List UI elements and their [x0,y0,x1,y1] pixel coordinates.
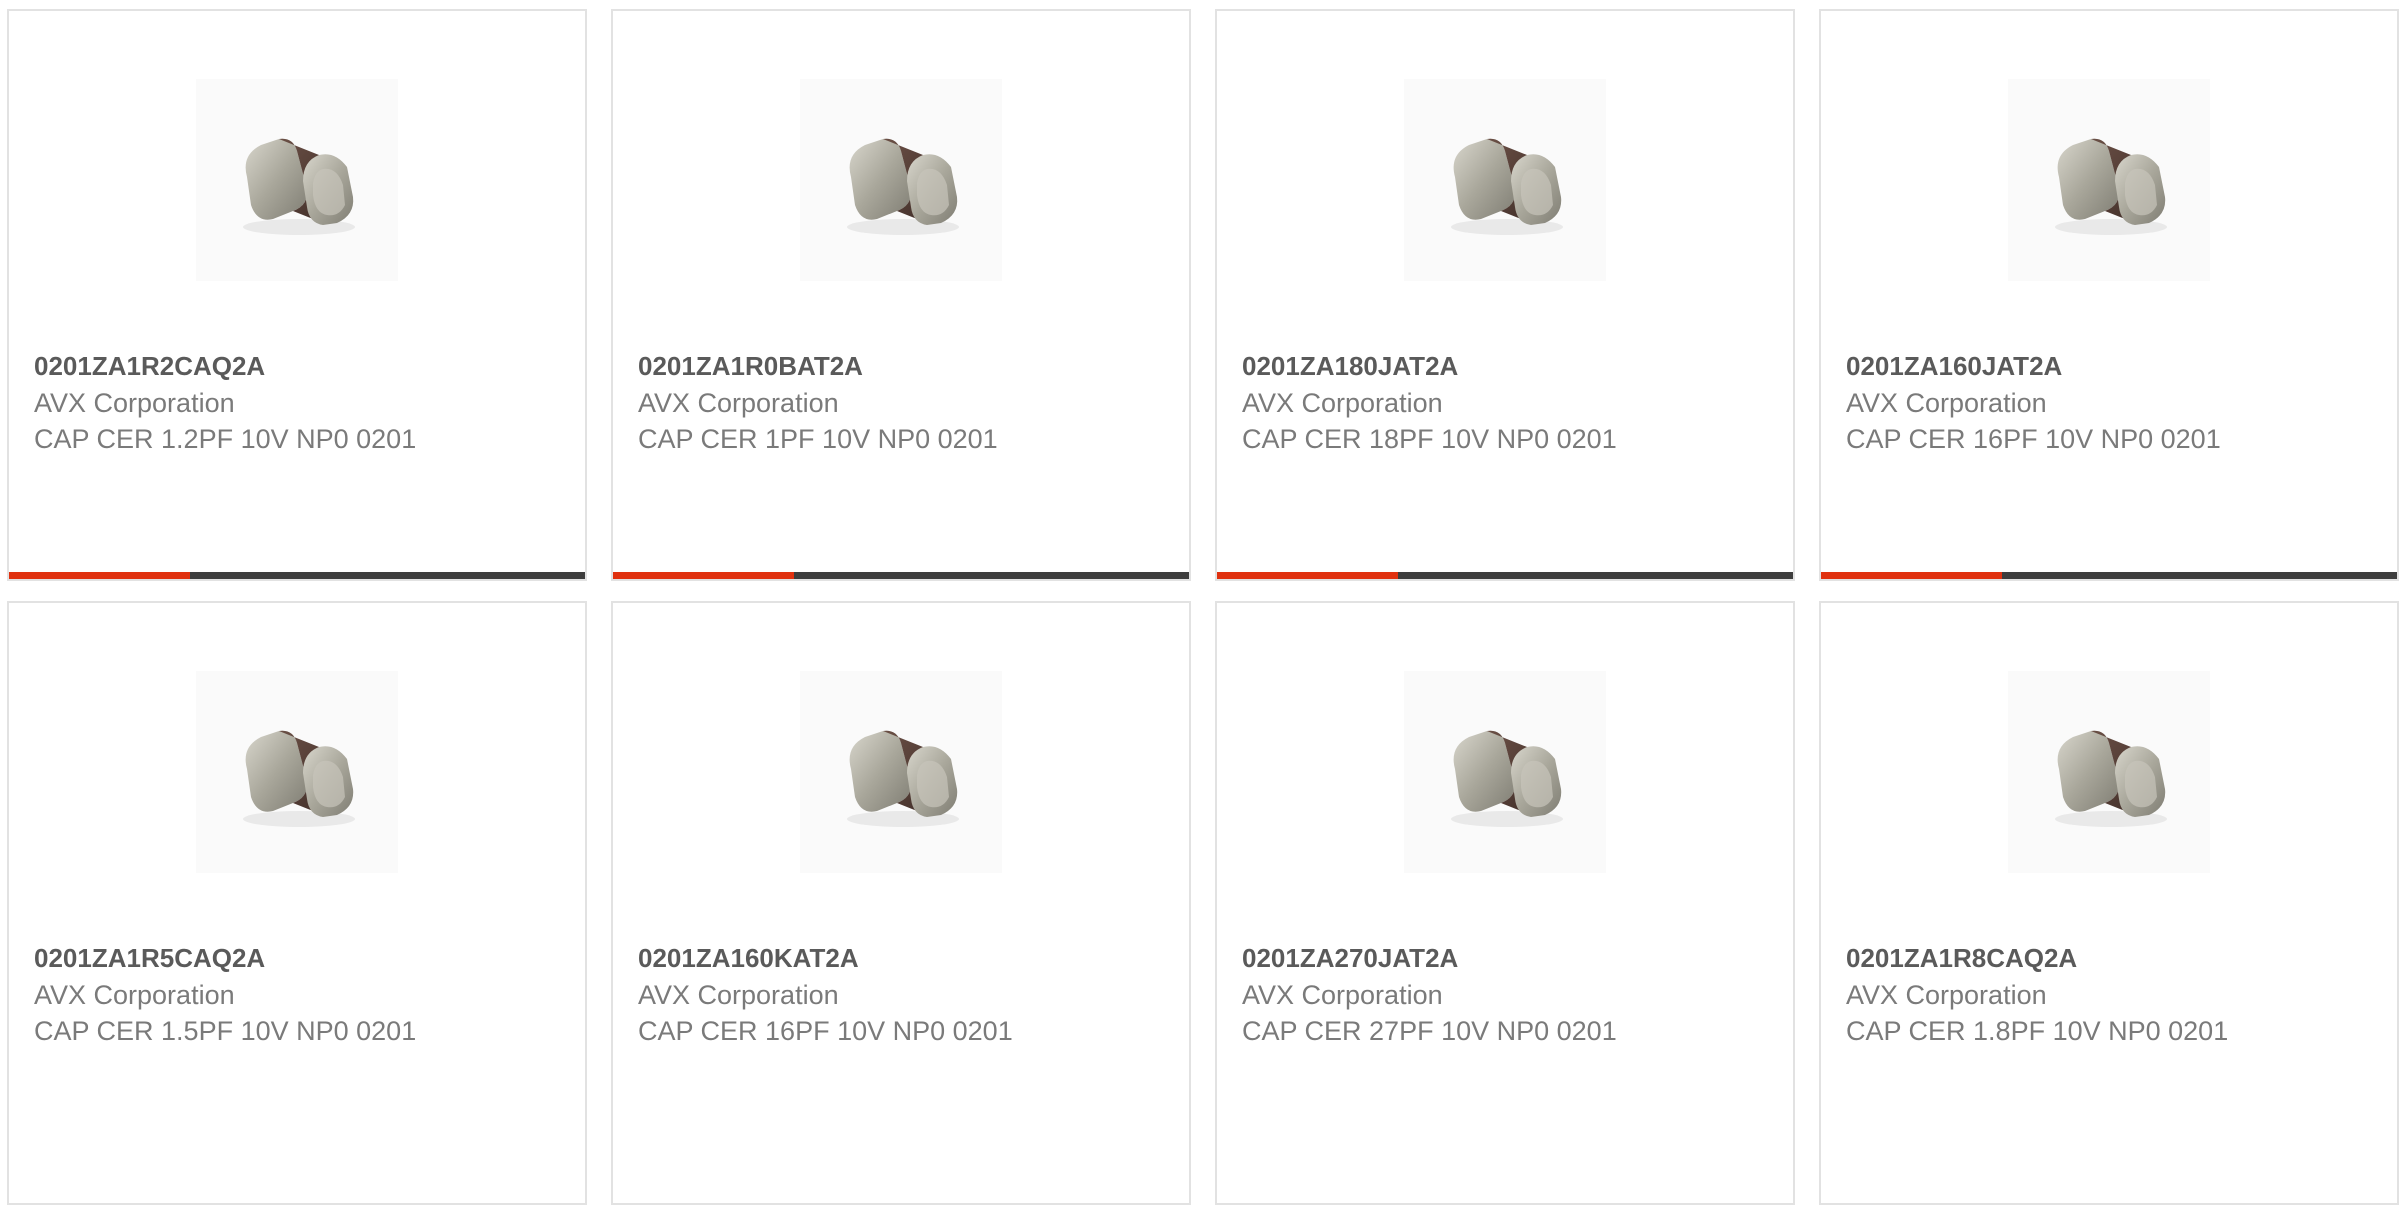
manufacturer: AVX Corporation [1846,388,2047,418]
manufacturer: AVX Corporation [638,980,839,1010]
product-description: CAP CER 1.5PF 10V NP0 0201 [34,1016,417,1046]
product-card[interactable]: 0201ZA1R8CAQ2A AVX Corporation CAP CER 1… [1819,601,2399,1205]
product-image[interactable] [2008,79,2210,281]
product-info: 0201ZA160JAT2A AVX Corporation CAP CER 1… [1846,353,2377,462]
part-number[interactable]: 0201ZA1R2CAQ2A [34,353,565,379]
product-info: 0201ZA180JAT2A AVX Corporation CAP CER 1… [1242,353,1773,462]
card-progress-fill [9,572,191,579]
ceramic-capacitor-chip-icon [2055,138,2167,235]
ceramic-capacitor-chip-icon [1451,138,1563,235]
ceramic-capacitor-chip-icon [847,730,959,827]
manufacturer: AVX Corporation [1846,980,2047,1010]
product-image[interactable] [2008,671,2210,873]
product-description: CAP CER 1.8PF 10V NP0 0201 [1846,1016,2229,1046]
card-progress-bar [613,572,1189,579]
product-card[interactable]: 0201ZA160KAT2A AVX Corporation CAP CER 1… [611,601,1191,1205]
product-image[interactable] [800,671,1002,873]
product-image[interactable] [196,671,398,873]
manufacturer: AVX Corporation [34,388,235,418]
product-info: 0201ZA1R0BAT2A AVX Corporation CAP CER 1… [638,353,1169,462]
product-info: 0201ZA270JAT2A AVX Corporation CAP CER 2… [1242,945,1773,1054]
product-grid: 0201ZA1R2CAQ2A AVX Corporation CAP CER 1… [7,9,2399,1205]
card-progress-fill [1217,572,1399,579]
part-number[interactable]: 0201ZA180JAT2A [1242,353,1773,379]
product-description: CAP CER 1PF 10V NP0 0201 [638,424,998,454]
product-card[interactable]: 0201ZA270JAT2A AVX Corporation CAP CER 2… [1215,601,1795,1205]
card-progress-bar [9,572,585,579]
card-progress-fill [613,572,795,579]
product-description: CAP CER 27PF 10V NP0 0201 [1242,1016,1617,1046]
product-info: 0201ZA1R8CAQ2A AVX Corporation CAP CER 1… [1846,945,2377,1054]
card-progress-bar [1217,572,1793,579]
product-image[interactable] [1404,79,1606,281]
product-image[interactable] [196,79,398,281]
product-description: CAP CER 1.2PF 10V NP0 0201 [34,424,417,454]
manufacturer: AVX Corporation [1242,980,1443,1010]
product-image[interactable] [1404,671,1606,873]
product-card[interactable]: 0201ZA1R0BAT2A AVX Corporation CAP CER 1… [611,9,1191,581]
card-progress-bar [1821,572,2397,579]
product-image[interactable] [800,79,1002,281]
product-card[interactable]: 0201ZA160JAT2A AVX Corporation CAP CER 1… [1819,9,2399,581]
product-info: 0201ZA1R2CAQ2A AVX Corporation CAP CER 1… [34,353,565,462]
manufacturer: AVX Corporation [1242,388,1443,418]
ceramic-capacitor-chip-icon [243,730,355,827]
ceramic-capacitor-chip-icon [847,138,959,235]
product-card[interactable]: 0201ZA1R5CAQ2A AVX Corporation CAP CER 1… [7,601,587,1205]
product-info: 0201ZA1R5CAQ2A AVX Corporation CAP CER 1… [34,945,565,1054]
product-card[interactable]: 0201ZA180JAT2A AVX Corporation CAP CER 1… [1215,9,1795,581]
part-number[interactable]: 0201ZA270JAT2A [1242,945,1773,971]
ceramic-capacitor-chip-icon [1451,730,1563,827]
product-description: CAP CER 16PF 10V NP0 0201 [638,1016,1013,1046]
part-number[interactable]: 0201ZA1R0BAT2A [638,353,1169,379]
part-number[interactable]: 0201ZA160JAT2A [1846,353,2377,379]
manufacturer: AVX Corporation [34,980,235,1010]
card-progress-fill [1821,572,2003,579]
ceramic-capacitor-chip-icon [243,138,355,235]
product-info: 0201ZA160KAT2A AVX Corporation CAP CER 1… [638,945,1169,1054]
product-description: CAP CER 16PF 10V NP0 0201 [1846,424,2221,454]
manufacturer: AVX Corporation [638,388,839,418]
product-description: CAP CER 18PF 10V NP0 0201 [1242,424,1617,454]
ceramic-capacitor-chip-icon [2055,730,2167,827]
part-number[interactable]: 0201ZA1R5CAQ2A [34,945,565,971]
part-number[interactable]: 0201ZA1R8CAQ2A [1846,945,2377,971]
product-card[interactable]: 0201ZA1R2CAQ2A AVX Corporation CAP CER 1… [7,9,587,581]
part-number[interactable]: 0201ZA160KAT2A [638,945,1169,971]
